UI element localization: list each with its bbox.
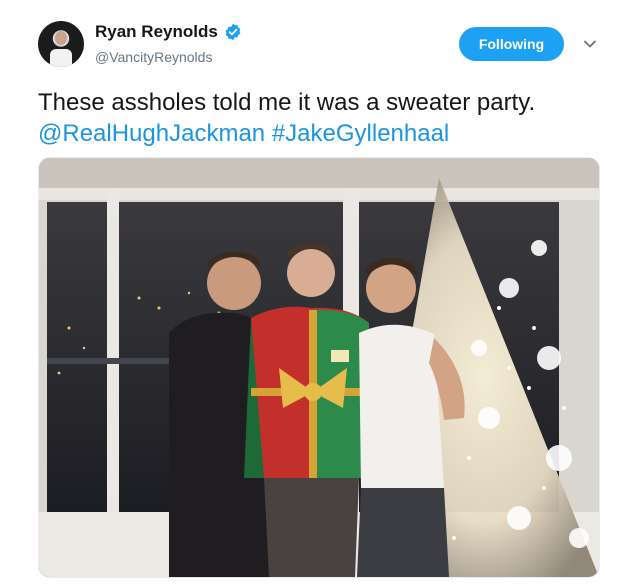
avatar-shirt xyxy=(50,49,72,67)
author-display-name[interactable]: Ryan Reynolds xyxy=(95,22,218,42)
avatar[interactable] xyxy=(38,21,84,67)
mention-link[interactable]: @RealHughJackman xyxy=(38,120,265,147)
tweet-text-main: These assholes told me it was a sweater … xyxy=(38,89,536,116)
tweet-text: These assholes told me it was a sweater … xyxy=(38,87,608,149)
chevron-down-icon[interactable] xyxy=(582,36,598,52)
tweet-text-links: @RealHughJackman #JakeGyllenhaal xyxy=(38,118,608,149)
following-button[interactable]: Following xyxy=(459,27,564,61)
author-name-row: Ryan Reynolds xyxy=(95,22,242,42)
verified-badge-icon xyxy=(225,23,241,41)
author-handle[interactable]: @VancityReynolds xyxy=(95,49,212,65)
tweet-photo[interactable] xyxy=(38,157,600,578)
avatar-face xyxy=(55,31,67,45)
photo-illustration xyxy=(39,158,599,577)
hashtag-link[interactable]: #JakeGyllenhaal xyxy=(272,120,449,147)
